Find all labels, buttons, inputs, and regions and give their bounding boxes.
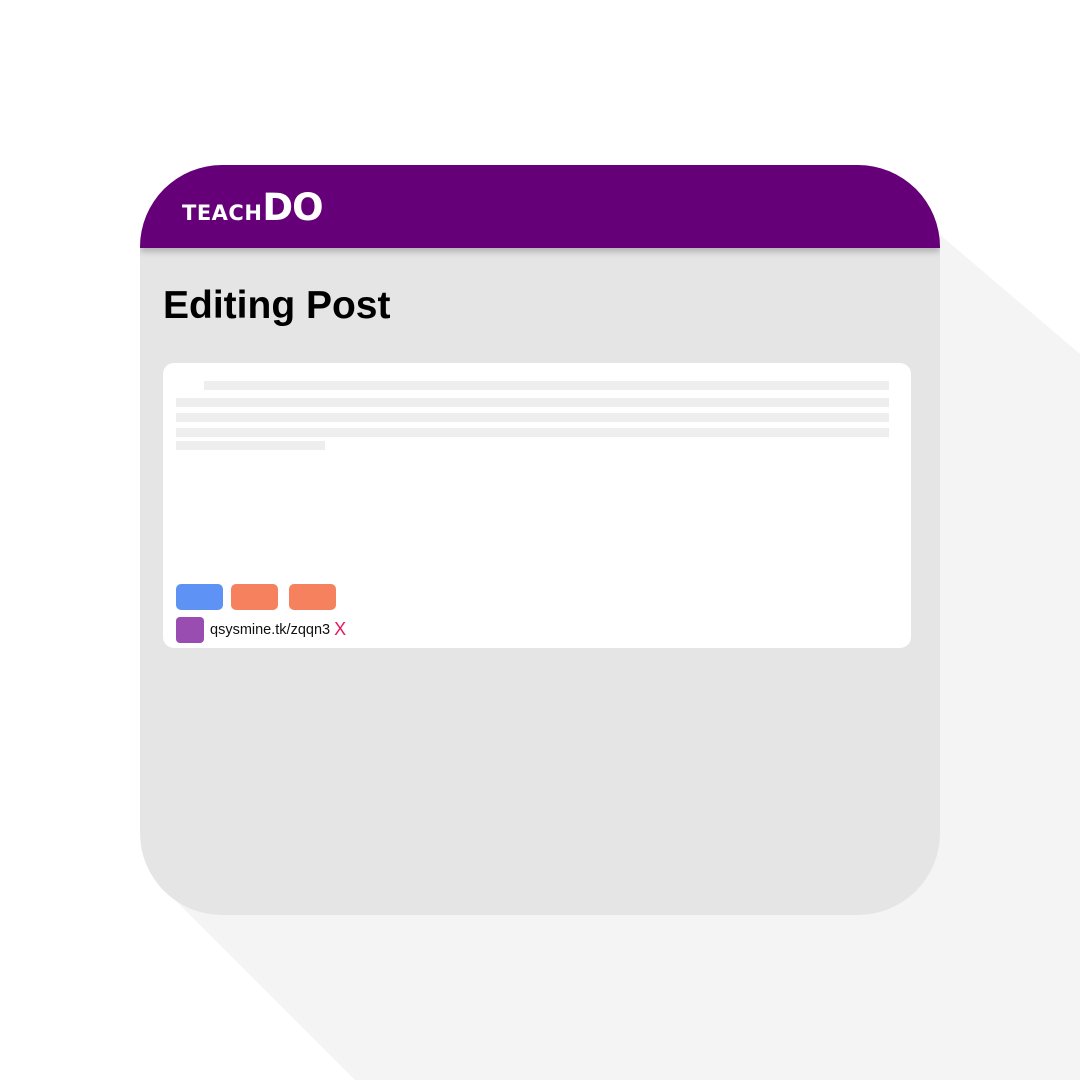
post-text-line-placeholder xyxy=(204,381,889,390)
attachment-item: qsysmine.tk/zqqn3 X xyxy=(176,617,346,643)
post-text-line-placeholder xyxy=(176,398,889,407)
primary-action-button[interactable] xyxy=(176,584,223,610)
attachment-thumbnail xyxy=(176,617,204,643)
app-window: TEACHDO Editing Post qsysmine.tk/zqqn3 X xyxy=(140,165,940,915)
post-text-line-placeholder xyxy=(176,413,889,422)
post-editor-card: qsysmine.tk/zqqn3 X xyxy=(163,363,911,648)
page-title: Editing Post xyxy=(163,284,391,327)
post-text-line-placeholder xyxy=(176,441,325,450)
app-header: TEACHDO xyxy=(140,165,940,248)
post-text-line-placeholder xyxy=(176,428,889,437)
secondary-action-button[interactable] xyxy=(231,584,278,610)
logo-prefix: TEACH xyxy=(182,201,263,225)
logo-suffix: DO xyxy=(262,186,323,229)
tertiary-action-button[interactable] xyxy=(289,584,336,610)
remove-attachment-icon[interactable]: X xyxy=(334,619,346,640)
teachdo-logo[interactable]: TEACHDO xyxy=(182,186,324,229)
attachment-link[interactable]: qsysmine.tk/zqqn3 xyxy=(210,622,330,638)
